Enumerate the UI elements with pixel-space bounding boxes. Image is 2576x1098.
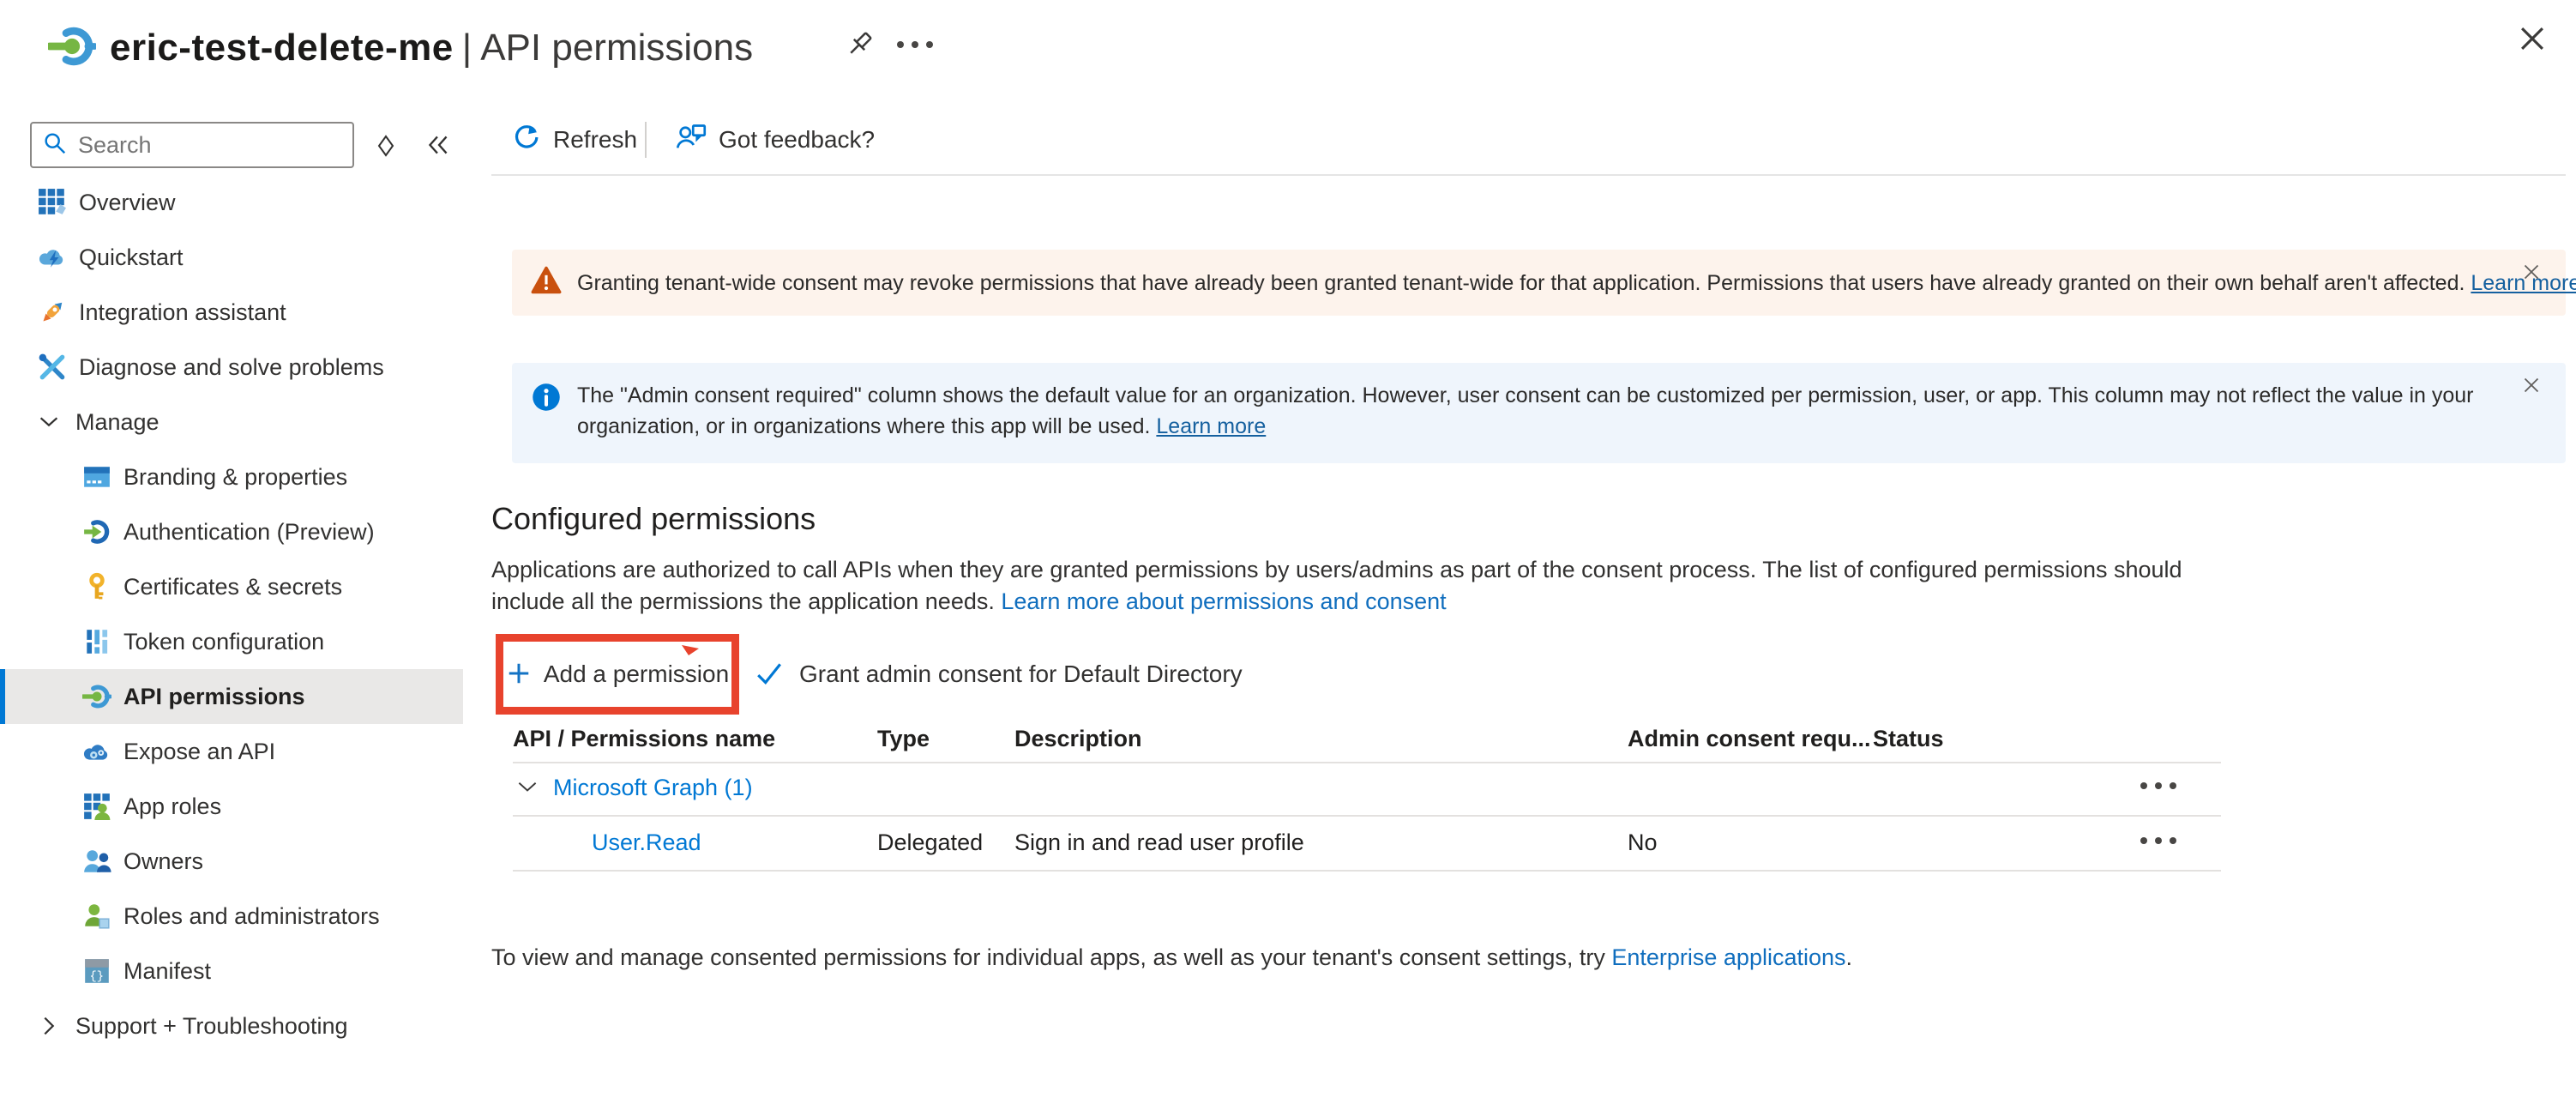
warning-text: Granting tenant-wide consent may revoke … bbox=[577, 268, 2576, 299]
sidebar-item-manifest[interactable]: {} Manifest bbox=[0, 944, 463, 998]
table-divider bbox=[513, 762, 2221, 763]
column-description[interactable]: Description bbox=[1014, 726, 1142, 752]
sidebar-group-support[interactable]: Support + Troubleshooting bbox=[0, 998, 463, 1053]
svg-text:{}: {} bbox=[90, 970, 105, 984]
feedback-label: Got feedback? bbox=[719, 126, 875, 154]
column-status[interactable]: Status bbox=[1873, 726, 1944, 752]
column-api-permissions-name[interactable]: API / Permissions name bbox=[513, 726, 775, 752]
app-roles-icon bbox=[82, 792, 111, 821]
group-expander-chevron-icon[interactable] bbox=[515, 775, 539, 802]
refresh-button[interactable]: Refresh bbox=[512, 122, 637, 158]
info-close-icon[interactable] bbox=[2521, 375, 2542, 398]
sidebar-group-manage[interactable]: Manage bbox=[0, 395, 463, 449]
refresh-icon bbox=[512, 123, 541, 158]
pin-icon[interactable] bbox=[842, 27, 876, 64]
search-icon bbox=[42, 130, 68, 160]
check-icon bbox=[755, 659, 784, 691]
footer-note: To view and manage consented permissions… bbox=[491, 944, 1852, 971]
configured-permissions-heading: Configured permissions bbox=[491, 501, 816, 537]
table-divider bbox=[513, 815, 2221, 817]
refresh-label: Refresh bbox=[553, 126, 637, 154]
permission-admin-consent: No bbox=[1628, 830, 1658, 856]
sidebar-item-owners[interactable]: Owners bbox=[0, 834, 463, 889]
token-configuration-icon bbox=[82, 627, 111, 656]
toolbar-divider bbox=[645, 122, 647, 158]
sidebar-item-overview[interactable]: Overview bbox=[0, 175, 463, 230]
permissions-consent-link[interactable]: Learn more about permissions and consent bbox=[1001, 588, 1446, 614]
table-divider bbox=[513, 870, 2221, 872]
api-permissions-app-icon bbox=[48, 22, 96, 75]
reorder-icon[interactable] bbox=[372, 132, 400, 162]
sidebar-search[interactable] bbox=[30, 122, 354, 168]
configured-permissions-description: Applications are authorized to call APIs… bbox=[491, 554, 2241, 618]
app-name: eric-test-delete-me bbox=[110, 27, 454, 69]
certificates-icon bbox=[82, 572, 111, 601]
sidebar-item-expose-api[interactable]: Expose an API bbox=[0, 724, 463, 779]
column-type[interactable]: Type bbox=[877, 726, 930, 752]
add-permission-button[interactable]: Add a permission bbox=[506, 661, 729, 689]
sidebar-item-app-roles[interactable]: App roles bbox=[0, 779, 463, 834]
feedback-icon bbox=[676, 122, 707, 159]
owners-icon bbox=[82, 847, 111, 876]
sidebar-item-roles-administrators[interactable]: Roles and administrators bbox=[0, 889, 463, 944]
sidebar-item-integration-assistant[interactable]: Integration assistant bbox=[0, 285, 463, 340]
api-permissions-icon bbox=[82, 682, 111, 711]
roles-administrators-icon bbox=[82, 902, 111, 931]
permission-description: Sign in and read user profile bbox=[1014, 830, 1304, 856]
permission-user-read-link[interactable]: User.Read bbox=[592, 830, 701, 856]
api-permissions-blade: eric-test-delete-me|API permissions bbox=[0, 0, 2576, 1098]
permission-row-menu-icon[interactable] bbox=[2140, 837, 2176, 844]
column-admin-consent[interactable]: Admin consent requ... bbox=[1628, 726, 1871, 752]
toolbar-bottom-divider bbox=[491, 174, 2566, 176]
sidebar-item-certificates[interactable]: Certificates & secrets bbox=[0, 559, 463, 614]
microsoft-graph-link[interactable]: Microsoft Graph (1) bbox=[553, 775, 753, 801]
search-input[interactable] bbox=[78, 132, 342, 159]
info-icon bbox=[531, 382, 562, 417]
sidebar-item-branding[interactable]: Branding & properties bbox=[0, 449, 463, 504]
sidebar-item-api-permissions[interactable]: API permissions bbox=[0, 669, 463, 724]
page-title: eric-test-delete-me|API permissions bbox=[110, 24, 753, 72]
branding-icon bbox=[82, 462, 111, 492]
add-permission-highlight: Add a permission bbox=[496, 634, 739, 715]
add-permission-label: Add a permission bbox=[544, 661, 729, 688]
blade-name: API permissions bbox=[480, 27, 753, 69]
info-banner: The "Admin consent required" column show… bbox=[512, 363, 2566, 463]
sidebar-item-token-configuration[interactable]: Token configuration bbox=[0, 614, 463, 669]
sidebar-item-diagnose[interactable]: Diagnose and solve problems bbox=[0, 340, 463, 395]
title-separator: | bbox=[454, 27, 480, 69]
warning-banner: Granting tenant-wide consent may revoke … bbox=[512, 250, 2566, 316]
manifest-icon: {} bbox=[82, 956, 111, 986]
collapse-menu-icon[interactable] bbox=[424, 130, 453, 162]
enterprise-applications-link[interactable]: Enterprise applications bbox=[1611, 944, 1845, 970]
warning-icon bbox=[531, 265, 562, 300]
close-blade-icon[interactable] bbox=[2516, 22, 2549, 57]
expose-api-icon bbox=[82, 737, 111, 766]
integration-assistant-icon bbox=[38, 298, 67, 327]
info-learn-more-link[interactable]: Learn more bbox=[1156, 414, 1266, 438]
authentication-icon bbox=[82, 517, 111, 546]
red-annotation-artifact bbox=[680, 643, 701, 661]
feedback-button[interactable]: Got feedback? bbox=[676, 122, 875, 158]
chevron-right-icon bbox=[34, 1011, 63, 1041]
diagnose-icon bbox=[38, 353, 67, 382]
sidebar-item-quickstart[interactable]: Quickstart bbox=[0, 230, 463, 285]
grant-admin-consent-label: Grant admin consent for Default Director… bbox=[799, 661, 1243, 688]
info-text: The "Admin consent required" column show… bbox=[577, 380, 2498, 442]
warning-close-icon[interactable] bbox=[2521, 262, 2542, 285]
grant-admin-consent-button[interactable]: Grant admin consent for Default Director… bbox=[755, 634, 1243, 715]
header-ellipsis bbox=[897, 41, 933, 48]
group-row-menu-icon[interactable] bbox=[2140, 782, 2176, 789]
sidebar-nav: Overview Quickstart bbox=[0, 175, 463, 1053]
overview-icon bbox=[38, 188, 67, 217]
sidebar-item-authentication[interactable]: Authentication (Preview) bbox=[0, 504, 463, 559]
permission-type: Delegated bbox=[877, 830, 983, 856]
chevron-down-icon bbox=[34, 407, 63, 437]
quickstart-icon bbox=[38, 243, 67, 272]
more-options-icon[interactable] bbox=[897, 41, 933, 48]
plus-icon bbox=[506, 661, 532, 689]
